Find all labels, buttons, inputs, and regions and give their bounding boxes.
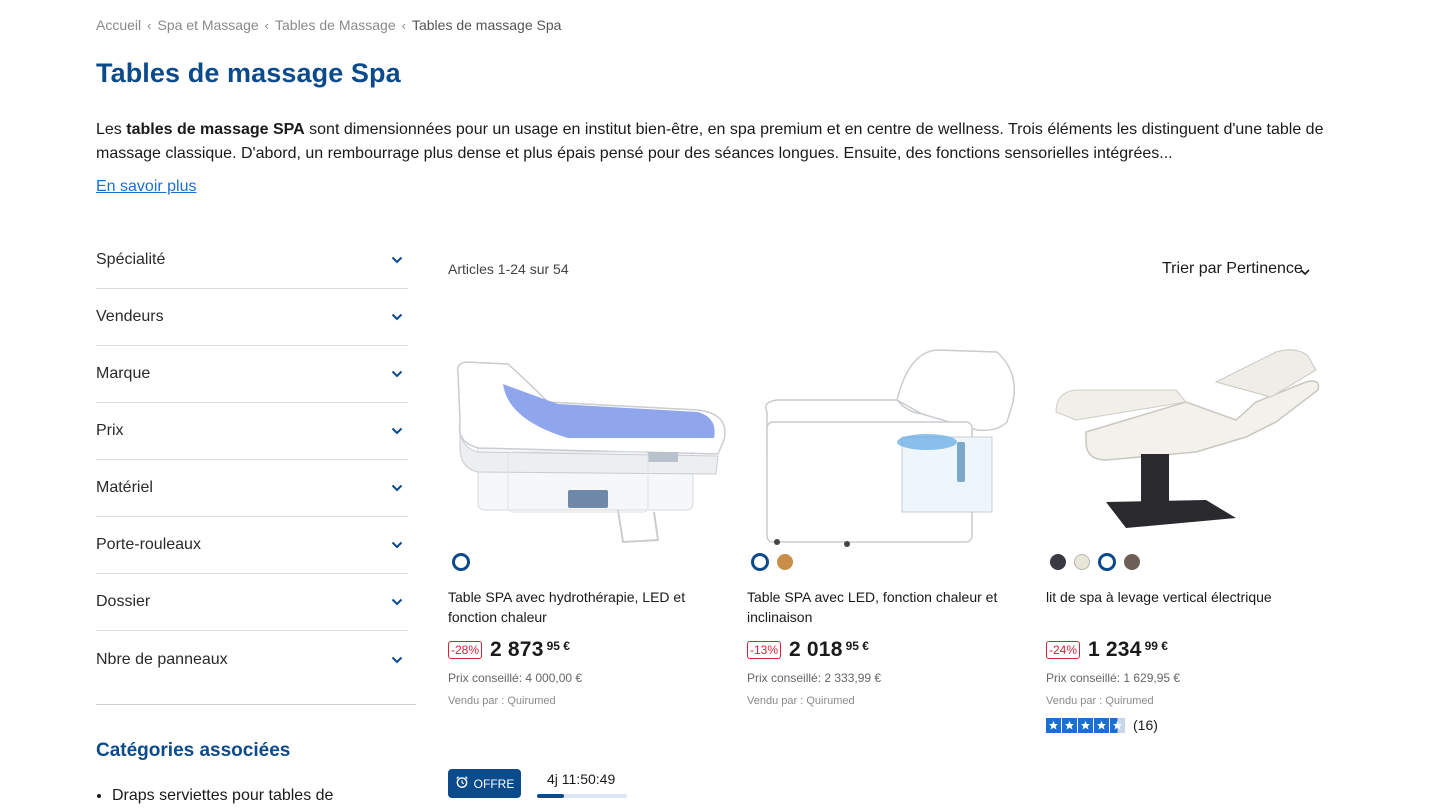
color-swatches <box>1050 553 1140 571</box>
chevron-down-icon <box>390 367 404 381</box>
discount-badge: -24% <box>1046 641 1081 659</box>
product-card[interactable]: Table SPA avec hydrothérapie, LED et fon… <box>448 342 728 707</box>
price-cents: 95 € <box>546 639 570 653</box>
filter-label: Spécialité <box>96 251 166 268</box>
sort-label: Trier par Pertinence <box>1162 260 1303 277</box>
filters-divider <box>96 704 416 705</box>
seller: Vendu par : Quirumed <box>448 695 556 707</box>
filter-label: Marque <box>96 365 151 382</box>
countdown-timer: 4j 11:50:49 <box>547 771 616 787</box>
offer-badge: OFFRE <box>448 769 521 798</box>
chevron-down-icon <box>390 538 404 552</box>
star-icon <box>1046 717 1061 733</box>
price-cents: 95 € <box>845 639 869 653</box>
price-row: -24% 1 234 99 € <box>1046 638 1168 662</box>
breadcrumb-tables-massage[interactable]: Tables de Massage <box>275 17 396 33</box>
rating-count: (16) <box>1133 717 1158 733</box>
price-row: -13% 2 018 95 € <box>747 638 869 662</box>
price: 2 873 <box>490 638 544 661</box>
chevron-down-icon <box>390 253 404 267</box>
price: 2 018 <box>789 638 843 661</box>
price: 1 234 <box>1088 638 1142 661</box>
read-more-link[interactable]: En savoir plus <box>96 178 197 196</box>
filter-porte-rouleaux[interactable]: Porte-rouleaux <box>96 517 408 574</box>
discount-badge: -28% <box>448 641 483 659</box>
color-swatch[interactable] <box>1074 554 1090 570</box>
product-name[interactable]: lit de spa à levage vertical électrique <box>1046 587 1321 607</box>
breadcrumb: Accueil ‹ Spa et Massage ‹ Tables de Mas… <box>96 17 561 33</box>
filter-materiel[interactable]: Matériel <box>96 460 408 517</box>
filter-specialite[interactable]: Spécialité <box>96 232 408 289</box>
color-swatch[interactable] <box>1050 554 1066 570</box>
offer-label: OFFRE <box>473 776 515 791</box>
star-icon <box>1062 717 1077 733</box>
chevron-down-icon <box>390 424 404 438</box>
product-image[interactable] <box>448 342 728 547</box>
seller: Vendu par : Quirumed <box>1046 695 1154 707</box>
filter-prix[interactable]: Prix <box>96 403 408 460</box>
intro-bold: tables de massage SPA <box>126 121 305 138</box>
price-row: -28% 2 873 95 € <box>448 638 570 662</box>
chevron-down-icon <box>390 310 404 324</box>
color-swatches <box>452 553 470 571</box>
chevron-down-icon <box>390 595 404 609</box>
recommended-price: Prix conseillé: 4 000,00 € <box>448 671 583 685</box>
filter-marque[interactable]: Marque <box>96 346 408 403</box>
product-image[interactable] <box>747 342 1027 547</box>
color-swatch[interactable] <box>777 554 793 570</box>
filter-label: Porte-rouleaux <box>96 536 201 553</box>
color-swatch-selected[interactable] <box>452 553 470 571</box>
breadcrumb-spa-massage[interactable]: Spa et Massage <box>157 17 258 33</box>
breadcrumb-separator: ‹ <box>264 17 269 33</box>
recommended-price: Prix conseillé: 1 629,95 € <box>1046 671 1181 685</box>
filter-label: Dossier <box>96 593 151 610</box>
filter-label: Nbre de panneaux <box>96 650 228 668</box>
filters-sidebar: Spécialité Vendeurs Marque Prix Matériel… <box>96 232 408 688</box>
product-card[interactable]: Table SPA avec LED, fonction chaleur et … <box>747 342 1027 707</box>
countdown-progress-fill <box>537 794 564 798</box>
product-name[interactable]: Table SPA avec hydrothérapie, LED et fon… <box>448 587 723 627</box>
results-count: Articles 1-24 sur 54 <box>448 261 569 277</box>
related-category-item[interactable]: Draps serviettes pour tables de <box>112 787 333 805</box>
product-image[interactable] <box>1046 342 1326 547</box>
sort-dropdown[interactable]: Trier par Pertinence <box>1162 260 1310 278</box>
related-category-link[interactable]: Draps serviettes pour tables de <box>112 787 333 804</box>
page-title: Tables de massage Spa <box>96 58 401 88</box>
filter-label: Prix <box>96 422 124 439</box>
chevron-down-icon <box>390 653 404 667</box>
breadcrumb-home[interactable]: Accueil <box>96 17 141 33</box>
color-swatch[interactable] <box>1124 554 1140 570</box>
countdown-progress <box>537 794 627 798</box>
filter-nbre-panneaux[interactable]: Nbre de panneaux <box>96 631 408 688</box>
rating[interactable]: (16) <box>1046 717 1158 733</box>
breadcrumb-current: Tables de massage Spa <box>411 17 562 33</box>
chevron-down-icon <box>1300 263 1312 276</box>
breadcrumb-separator: ‹ <box>147 17 152 33</box>
seller: Vendu par : Quirumed <box>747 695 855 707</box>
intro-lead: Les <box>96 121 127 138</box>
star-icon <box>1078 717 1093 733</box>
filter-label: Vendeurs <box>96 308 164 325</box>
star-icon <box>1094 717 1109 733</box>
alarm-clock-icon <box>455 775 469 792</box>
related-categories-list: Draps serviettes pour tables de <box>112 787 333 805</box>
product-name[interactable]: Table SPA avec LED, fonction chaleur et … <box>747 587 1022 627</box>
related-categories-title: Catégories associées <box>96 740 291 761</box>
category-intro: Les tables de massage SPA sont dimension… <box>96 118 1336 166</box>
filter-vendeurs[interactable]: Vendeurs <box>96 289 408 346</box>
star-half-icon <box>1110 717 1125 733</box>
star-rating <box>1046 717 1125 733</box>
price-cents: 99 € <box>1144 639 1168 653</box>
filter-label: Matériel <box>96 479 153 496</box>
color-swatches <box>751 553 793 571</box>
recommended-price: Prix conseillé: 2 333,99 € <box>747 671 882 685</box>
color-swatch-selected[interactable] <box>751 553 769 571</box>
color-swatch-selected[interactable] <box>1098 553 1116 571</box>
chevron-down-icon <box>390 481 404 495</box>
discount-badge: -13% <box>747 641 782 659</box>
filter-dossier[interactable]: Dossier <box>96 574 408 631</box>
product-card[interactable]: lit de spa à levage vertical électrique … <box>1046 342 1326 733</box>
breadcrumb-separator: ‹ <box>401 17 406 33</box>
